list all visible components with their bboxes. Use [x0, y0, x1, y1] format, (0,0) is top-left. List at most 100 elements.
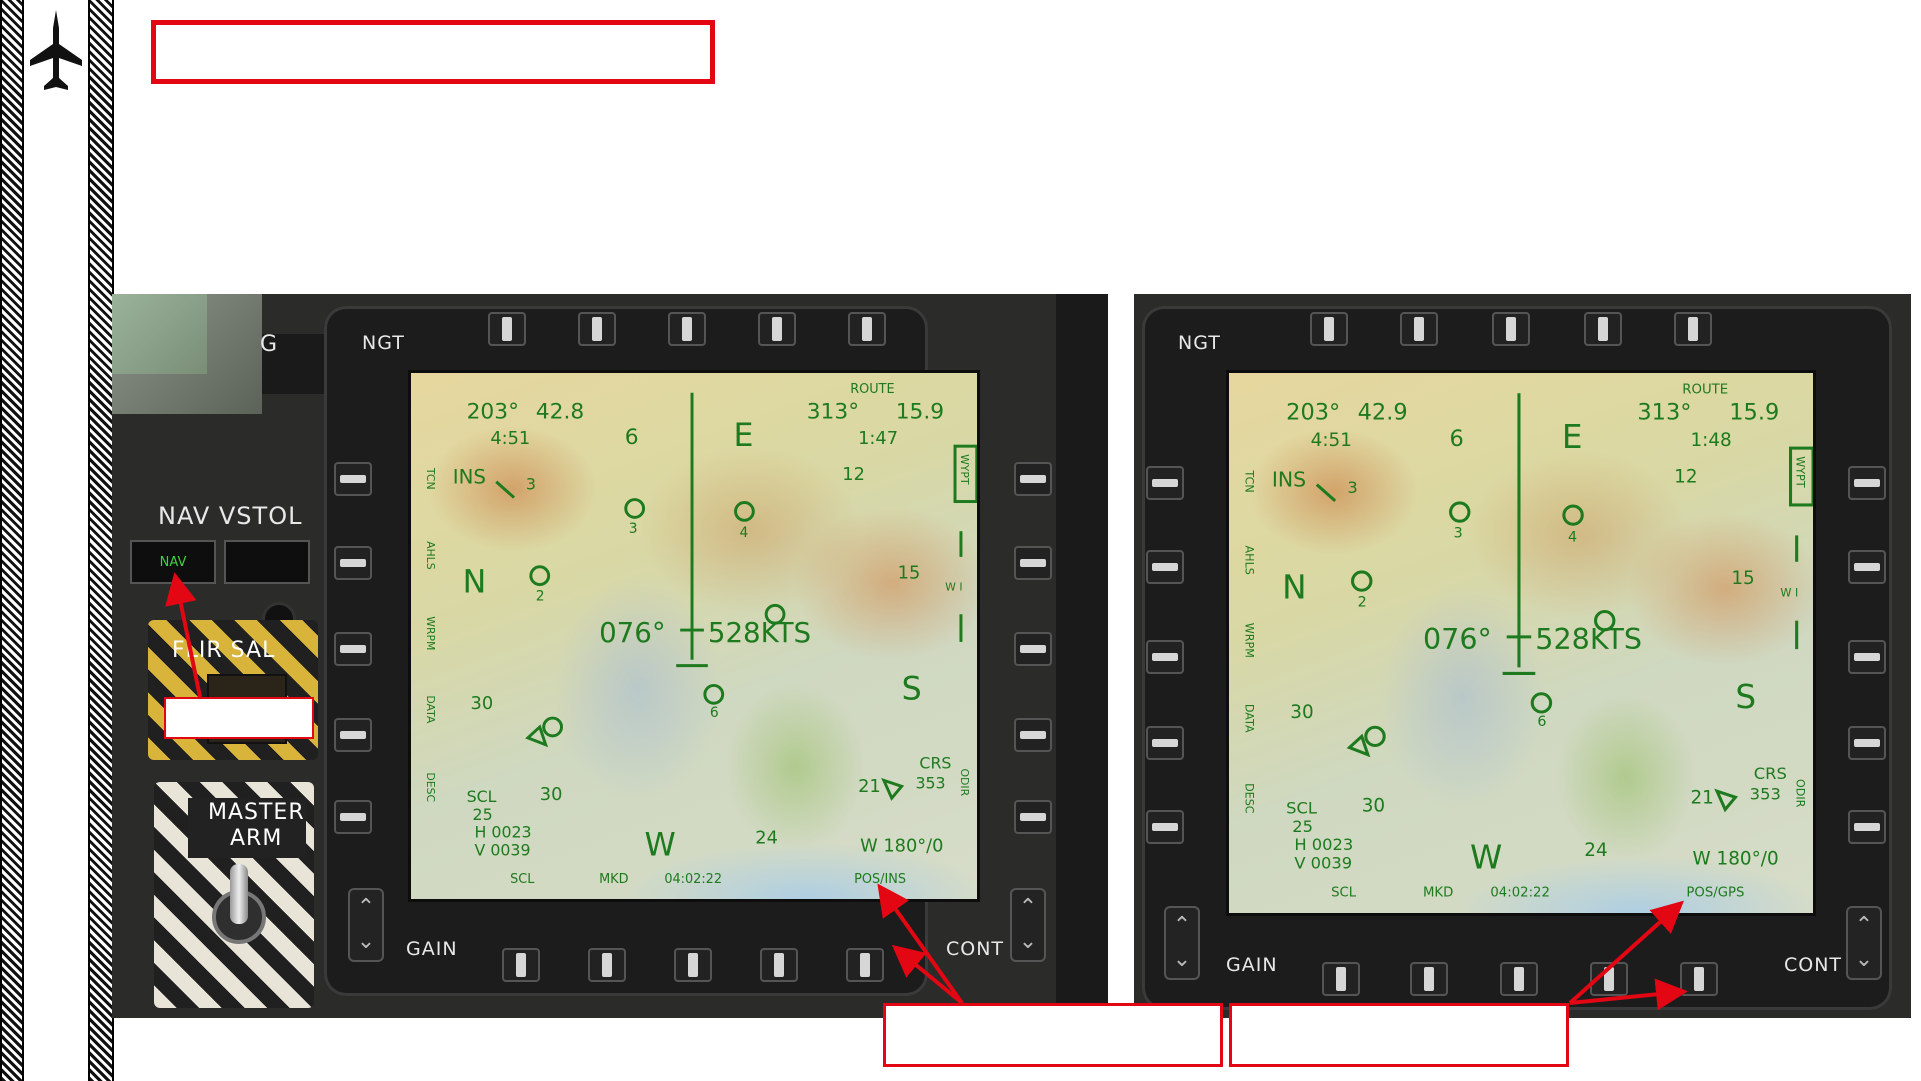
osb-right-4-right[interactable] — [1848, 726, 1886, 760]
gain-rocker-right[interactable]: ⌃ ⌄ — [1164, 906, 1200, 980]
svg-text:203°: 203° — [1286, 400, 1340, 426]
osb-right-5[interactable] — [1014, 800, 1052, 834]
osb-top-2[interactable] — [578, 312, 616, 346]
osb-bottom-3-right[interactable] — [1500, 962, 1538, 996]
osb-bottom-4[interactable] — [760, 948, 798, 982]
svg-text:528KTS: 528KTS — [1535, 623, 1642, 656]
osb-top-3-right[interactable] — [1492, 312, 1530, 346]
gain-label: GAIN — [406, 938, 458, 960]
svg-text:V 0039: V 0039 — [1294, 853, 1352, 872]
svg-text:H 0023: H 0023 — [1294, 835, 1353, 854]
osb-left-2[interactable] — [334, 546, 372, 580]
svg-text:DESC: DESC — [1242, 783, 1255, 814]
osb-top-5[interactable] — [848, 312, 886, 346]
svg-text:W: W — [645, 827, 676, 863]
title-box — [151, 20, 715, 84]
svg-text:V 0039: V 0039 — [475, 840, 531, 859]
svg-text:15: 15 — [1731, 568, 1754, 589]
svg-text:3: 3 — [1454, 525, 1463, 541]
svg-text:W: W — [1470, 838, 1502, 876]
svg-text:15.9: 15.9 — [1729, 400, 1779, 426]
svg-text:4:51: 4:51 — [1311, 430, 1352, 451]
svg-text:3: 3 — [629, 521, 638, 537]
svg-text:SCL: SCL — [510, 872, 535, 887]
gain-rocker[interactable]: ⌃ ⌄ — [348, 888, 384, 962]
osb-left-5[interactable] — [334, 800, 372, 834]
osb-bottom-3[interactable] — [674, 948, 712, 982]
svg-text:528KTS: 528KTS — [708, 616, 811, 649]
osb-bottom-2-right[interactable] — [1410, 962, 1448, 996]
osb-left-3-right[interactable] — [1146, 640, 1184, 674]
svg-text:DATA: DATA — [1242, 704, 1255, 733]
svg-text:WRPM: WRPM — [1242, 623, 1255, 658]
svg-text:H 0023: H 0023 — [475, 823, 532, 842]
osb-top-1-right[interactable] — [1310, 312, 1348, 346]
osb-bottom-4-right[interactable] — [1590, 962, 1628, 996]
osb-left-1[interactable] — [334, 462, 372, 496]
svg-text:04:02:22: 04:02:22 — [1490, 886, 1550, 901]
svg-text:ODIR: ODIR — [1794, 779, 1807, 808]
osb-left-1-right[interactable] — [1146, 466, 1184, 500]
svg-text:1:47: 1:47 — [858, 428, 898, 449]
ngt-label: NGT — [362, 332, 405, 354]
osb-right-1[interactable] — [1014, 462, 1052, 496]
osb-left-4[interactable] — [334, 718, 372, 752]
osb-top-1[interactable] — [488, 312, 526, 346]
osb-bottom-1[interactable] — [502, 948, 540, 982]
osb-top-3[interactable] — [668, 312, 706, 346]
svg-text:POS/GPS: POS/GPS — [1686, 886, 1744, 901]
svg-text:W 180°/0: W 180°/0 — [1693, 848, 1779, 869]
osb-left-5-right[interactable] — [1146, 810, 1184, 844]
svg-text:WRPM: WRPM — [424, 616, 437, 650]
svg-text:DESC: DESC — [424, 772, 437, 802]
right-tsd-overlay: 203° 42.9 4:51 6 E 313° 15.9 1:48 ROUTE … — [1242, 382, 1813, 901]
nav-button[interactable]: NAV — [130, 540, 216, 584]
osb-bottom-1-right[interactable] — [1322, 962, 1360, 996]
svg-text:30: 30 — [471, 693, 494, 714]
osb-bottom-5[interactable] — [846, 948, 884, 982]
svg-text:15.9: 15.9 — [896, 399, 944, 424]
nav-callout-box — [164, 697, 314, 739]
cont-label: CONT — [946, 938, 1005, 960]
svg-text:TCN: TCN — [424, 467, 437, 490]
osb-bottom-2[interactable] — [588, 948, 626, 982]
sidebar-hatch-right — [88, 0, 114, 1081]
nav-vstol-label: NAV VSTOL — [158, 502, 303, 530]
svg-text:WYPT: WYPT — [958, 454, 971, 485]
osb-bottom-5-right[interactable] — [1680, 962, 1718, 996]
arm-label: ARM — [230, 826, 283, 851]
svg-text:6: 6 — [625, 425, 639, 450]
svg-text:076°: 076° — [1423, 623, 1492, 656]
svg-text:3: 3 — [526, 475, 536, 494]
svg-text:2: 2 — [1358, 594, 1367, 610]
cont-rocker[interactable]: ⌃ ⌄ — [1010, 888, 1046, 962]
svg-text:24: 24 — [1584, 840, 1607, 861]
osb-top-4-right[interactable] — [1584, 312, 1622, 346]
master-label: MASTER — [208, 800, 305, 825]
svg-text:E: E — [1562, 418, 1583, 456]
gain-label-right: GAIN — [1226, 954, 1278, 976]
svg-text:SCL: SCL — [1331, 886, 1357, 901]
osb-right-4[interactable] — [1014, 718, 1052, 752]
svg-text:4:51: 4:51 — [490, 428, 530, 449]
vstol-button[interactable] — [224, 540, 310, 584]
osb-left-3[interactable] — [334, 632, 372, 666]
osb-left-4-right[interactable] — [1146, 726, 1184, 760]
osb-right-5-right[interactable] — [1848, 810, 1886, 844]
osb-right-2[interactable] — [1014, 546, 1052, 580]
osb-right-2-right[interactable] — [1848, 550, 1886, 584]
osb-right-3-right[interactable] — [1848, 640, 1886, 674]
svg-text:AHLS: AHLS — [1242, 546, 1255, 575]
osb-right-1-right[interactable] — [1848, 466, 1886, 500]
osb-top-4[interactable] — [758, 312, 796, 346]
pos-callout-box-right — [1229, 1003, 1569, 1067]
svg-text:SCL: SCL — [467, 787, 497, 806]
osb-top-2-right[interactable] — [1400, 312, 1438, 346]
osb-top-5-right[interactable] — [1674, 312, 1712, 346]
cont-label-right: CONT — [1784, 954, 1843, 976]
cont-rocker-right[interactable]: ⌃ ⌄ — [1846, 906, 1882, 980]
sidebar-hatch-left — [0, 0, 24, 1081]
svg-text:313°: 313° — [1637, 400, 1691, 426]
osb-left-2-right[interactable] — [1146, 550, 1184, 584]
osb-right-3[interactable] — [1014, 632, 1052, 666]
